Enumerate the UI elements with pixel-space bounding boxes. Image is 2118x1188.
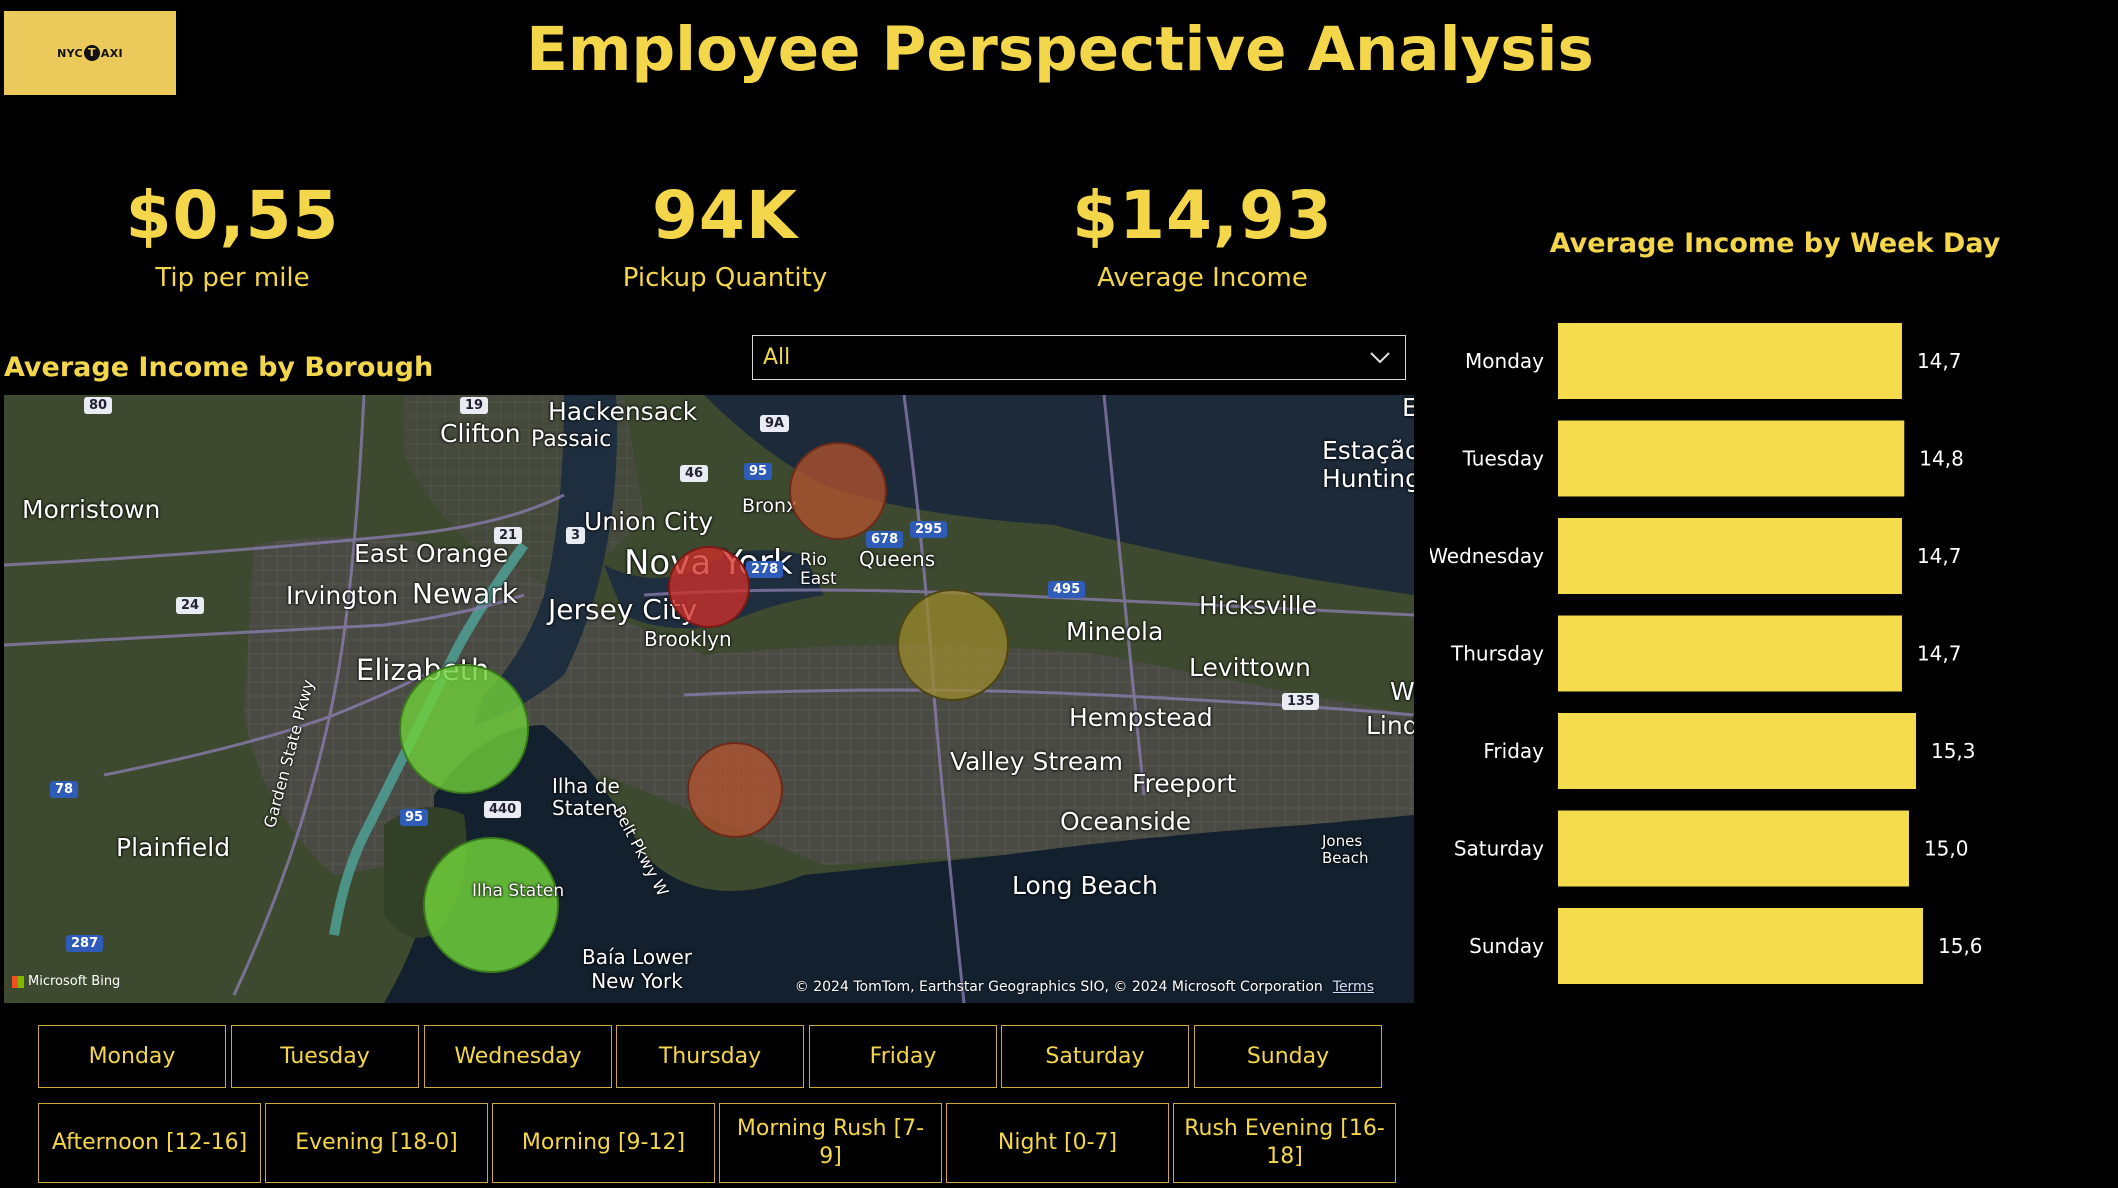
bar-chart-title: Average Income by Week Day xyxy=(1549,228,2001,259)
period-slicer-button[interactable]: Evening [18-0] xyxy=(265,1103,488,1183)
borough-map[interactable]: Hackensack Clifton Passaic Morristown Un… xyxy=(4,395,1414,1003)
bar-category-label: Saturday xyxy=(1454,837,1544,861)
kpi-value: $0,55 xyxy=(125,177,340,254)
attribution-text: © 2024 TomTom, Earthstar Geographics SIO… xyxy=(794,979,1323,995)
bar-wednesday[interactable] xyxy=(1558,518,1902,594)
weekday-slicer-button[interactable]: Friday xyxy=(809,1025,997,1088)
period-slicer-button[interactable]: Afternoon [12-16] xyxy=(38,1103,261,1183)
bar-category-label: Wednesday xyxy=(1430,544,1544,568)
filter-selected-value: All xyxy=(763,345,791,370)
kpi-label: Pickup Quantity xyxy=(622,263,828,293)
income-by-weekday-chart: Monday 14,7 Tuesday 14,8 Wednesday 14,7 Thursd… xyxy=(1430,323,1983,984)
bar-value-label: 15,6 xyxy=(1938,934,1983,958)
bar-monday[interactable] xyxy=(1558,323,1902,399)
weekday-slicer-button[interactable]: Thursday xyxy=(616,1025,804,1088)
kpi-tip-per-mile: $0,55 Tip per mile xyxy=(90,176,375,296)
taxi-logo-icon: T xyxy=(83,45,100,61)
bar-category-label: Thursday xyxy=(1450,642,1544,666)
borough-bubble-brooklyn[interactable] xyxy=(687,742,783,838)
logo-suffix: AXI xyxy=(100,46,123,60)
place-label: Ilha Staten xyxy=(472,881,565,901)
bar-value-label: 15,0 xyxy=(1924,837,1969,861)
kpi-label: Average Income xyxy=(1097,263,1308,293)
kpi-average-income: $14,93 Average Income xyxy=(1050,176,1355,296)
bar-value-label: 14,7 xyxy=(1917,642,1962,666)
bar-value-label: 14,8 xyxy=(1919,447,1964,471)
weekday-slicer-button[interactable]: Tuesday xyxy=(231,1025,419,1088)
weekday-slicer-button[interactable]: Wednesday xyxy=(424,1025,612,1088)
borough-filter-dropdown[interactable]: All xyxy=(752,335,1406,380)
period-slicer-button[interactable]: Night [0-7] xyxy=(946,1103,1169,1183)
bar-category-label: Sunday xyxy=(1469,934,1544,958)
weekday-slicer-button[interactable]: Saturday xyxy=(1001,1025,1189,1088)
map-provider: Microsoft Bing xyxy=(28,974,121,989)
borough-bubble-staten-island[interactable] xyxy=(423,837,559,973)
bar-category-label: Monday xyxy=(1465,349,1544,373)
borough-bubble-ewr[interactable] xyxy=(399,664,529,794)
page-title: Employee Perspective Analysis xyxy=(526,14,1594,85)
period-slicer-button[interactable]: Morning Rush [7-9] xyxy=(719,1103,942,1183)
bar-saturday[interactable] xyxy=(1558,810,1909,887)
logo-prefix: NYC xyxy=(57,46,83,60)
bar-value-label: 14,7 xyxy=(1917,349,1962,373)
bing-logo: Microsoft Bing xyxy=(12,974,120,989)
terms-link[interactable]: Terms xyxy=(1333,979,1374,995)
weekday-slicer-button[interactable]: Monday xyxy=(38,1025,226,1088)
period-slicer-button[interactable]: Rush Evening [16-18] xyxy=(1173,1103,1396,1183)
windows-logo-icon xyxy=(12,975,24,988)
weekday-slicer-button[interactable]: Sunday xyxy=(1194,1025,1382,1088)
bar-category-label: Friday xyxy=(1483,739,1544,763)
borough-bubble-layer xyxy=(399,442,1009,973)
bar-sunday[interactable] xyxy=(1558,908,1923,984)
bar-value-label: 14,7 xyxy=(1917,544,1962,568)
kpi-label: Tip per mile xyxy=(155,263,310,293)
nyc-taxi-logo: NYC T AXI xyxy=(4,11,176,95)
kpi-value: $14,93 xyxy=(1072,177,1333,254)
chevron-down-icon xyxy=(1370,352,1390,364)
bar-category-label: Tuesday xyxy=(1462,447,1545,471)
map-title: Average Income by Borough xyxy=(4,352,434,383)
bar-thursday[interactable] xyxy=(1558,615,1902,692)
bar-value-label: 15,3 xyxy=(1931,739,1976,763)
bar-friday[interactable] xyxy=(1558,713,1916,789)
kpi-value: 94K xyxy=(652,177,798,254)
bar-tuesday[interactable] xyxy=(1558,420,1905,497)
borough-bubble-queens[interactable] xyxy=(897,589,1009,701)
borough-bubble-manhattan[interactable] xyxy=(668,546,750,628)
kpi-pickup-quantity: 94K Pickup Quantity xyxy=(580,176,870,296)
borough-bubble-bronx[interactable] xyxy=(789,442,887,540)
map-attribution: © 2024 TomTom, Earthstar Geographics SIO… xyxy=(795,979,1374,995)
period-slicer-button[interactable]: Morning [9-12] xyxy=(492,1103,715,1183)
